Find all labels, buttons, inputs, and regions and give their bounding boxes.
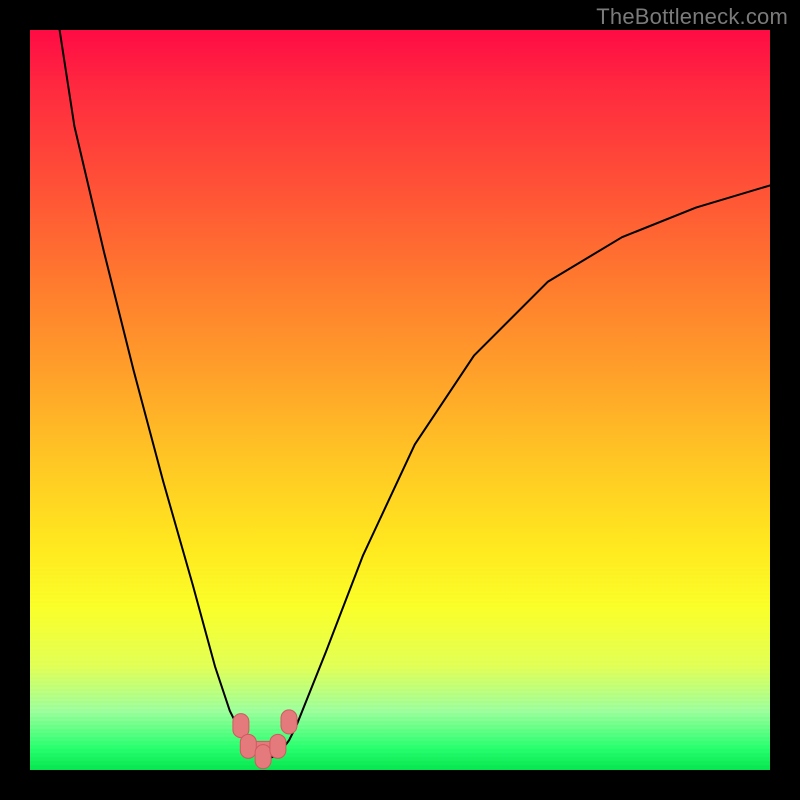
chart-svg [30,30,770,770]
plot-area [30,30,770,770]
marker-bottom [255,745,271,769]
marker-right-upper [281,710,297,734]
markers-group [233,710,297,769]
marker-right-lower [270,734,286,758]
marker-left-lower [240,734,256,758]
watermark-text: TheBottleneck.com [596,4,788,30]
bottleneck-curve [60,30,770,759]
frame: TheBottleneck.com [0,0,800,800]
